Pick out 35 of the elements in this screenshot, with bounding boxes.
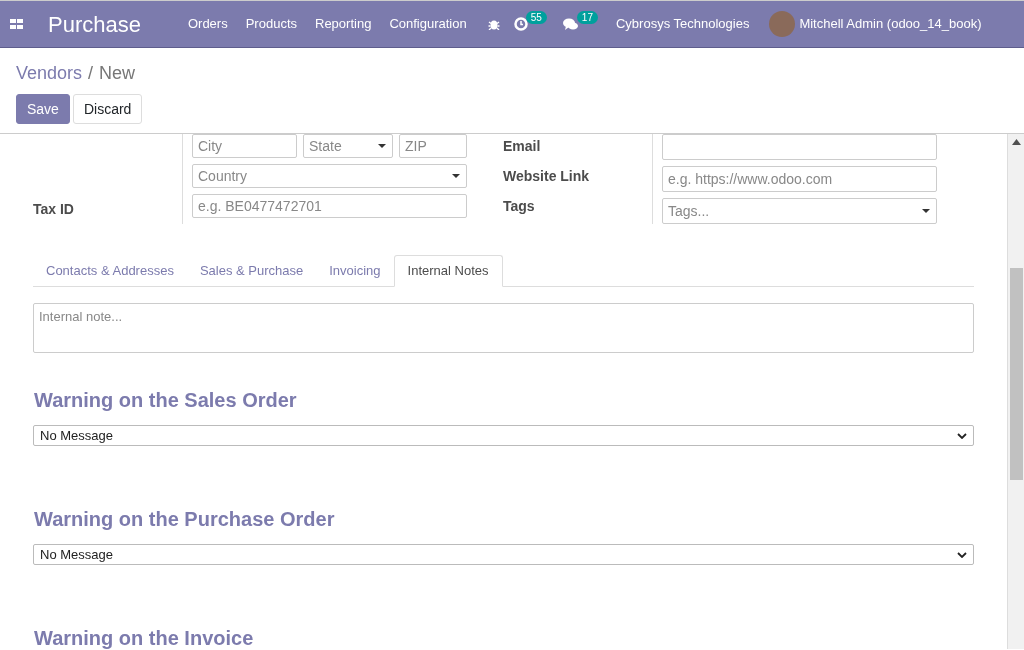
dropdown-field[interactable]: Country xyxy=(192,164,467,188)
section-heading: Warning on the Purchase Order xyxy=(34,507,336,532)
dropdown-field[interactable]: No Message xyxy=(33,425,974,446)
company-switcher[interactable]: Cybrosys Technologies xyxy=(615,14,750,34)
section-heading: Warning on the Invoice xyxy=(34,626,255,649)
dropdown-field[interactable]: Tags... xyxy=(662,198,937,224)
save-button[interactable]: Save xyxy=(16,94,70,124)
menu-item[interactable]: Products xyxy=(236,14,306,34)
input-field[interactable]: City xyxy=(192,134,297,158)
breadcrumb-separator: / xyxy=(88,62,94,82)
input-field[interactable]: e.g. BE0477472701 xyxy=(192,194,467,218)
discard-button[interactable]: Discard xyxy=(72,94,143,124)
tab[interactable]: Contacts & Addresses xyxy=(33,255,187,286)
note-textarea[interactable]: Internal note... xyxy=(33,303,974,353)
dropdown-field[interactable]: State xyxy=(303,134,393,158)
menu-item[interactable]: Configuration xyxy=(380,14,476,34)
tab[interactable]: Internal Notes xyxy=(393,255,503,287)
counter-badge: 17 xyxy=(576,11,598,24)
menu-item[interactable]: Reporting xyxy=(306,14,381,34)
dropdown-field[interactable]: No Message xyxy=(33,544,974,565)
tab[interactable]: Sales & Purchase xyxy=(186,255,317,286)
breadcrumb-current: New xyxy=(99,62,136,82)
field-label: Email xyxy=(503,138,541,154)
tab[interactable]: Invoicing xyxy=(316,255,394,286)
input-field[interactable]: ZIP xyxy=(399,134,467,158)
user-menu[interactable]: Mitchell Admin (odoo_14_book) xyxy=(799,14,982,34)
field-label: Website Link xyxy=(503,168,590,184)
app-title: Purchase xyxy=(48,10,141,39)
menu-item[interactable]: Orders xyxy=(178,14,237,34)
field-label: Tax ID xyxy=(33,199,74,219)
section-heading: Warning on the Sales Order xyxy=(34,388,298,413)
field-label: Tags xyxy=(503,198,535,214)
counter-badge: 55 xyxy=(525,11,547,24)
input-field[interactable]: e.g. https://www.odoo.com xyxy=(662,166,937,192)
breadcrumb-link[interactable]: Vendors xyxy=(16,60,83,82)
